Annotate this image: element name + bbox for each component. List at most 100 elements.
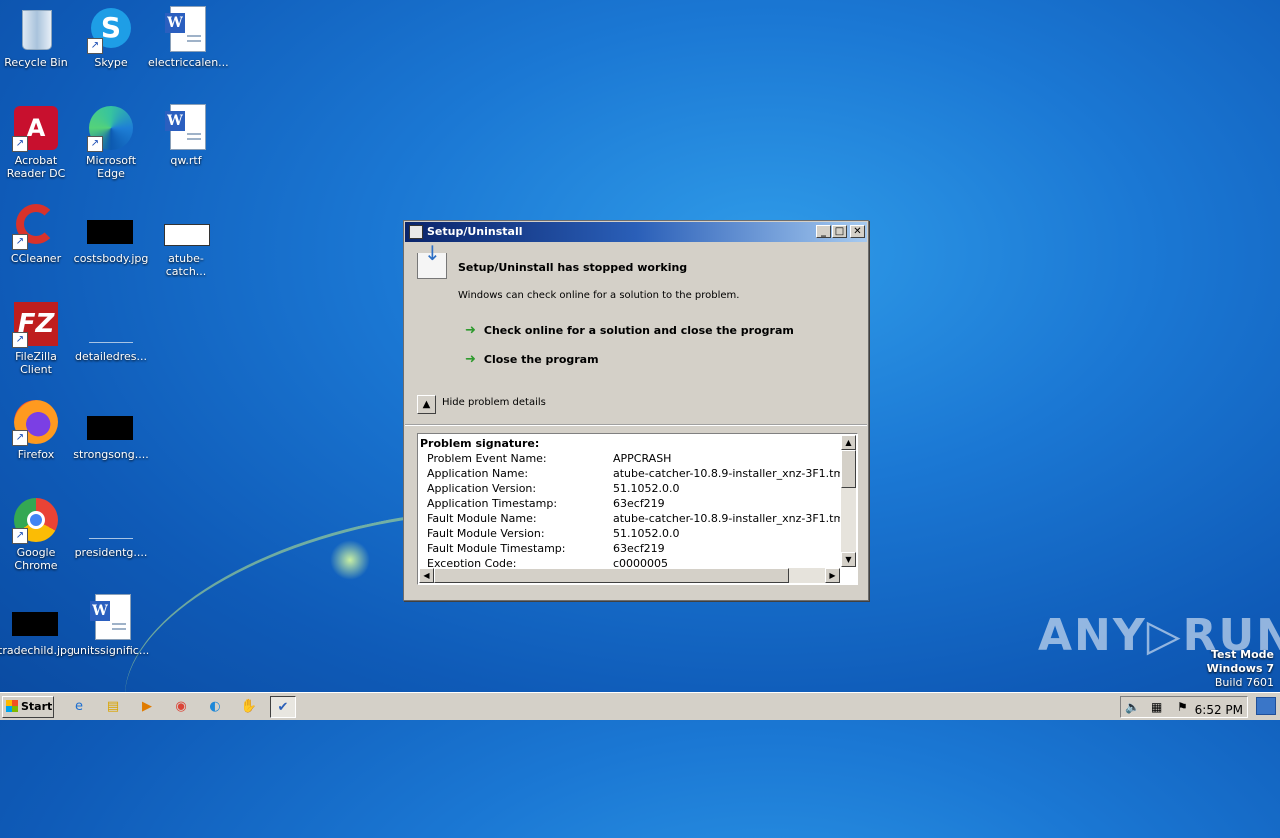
desktop-icon-costsbody[interactable]: costsbody.jpg <box>73 202 149 265</box>
desktop-icon-label: costsbody.jpg <box>73 252 149 265</box>
problem-icon <box>417 241 447 279</box>
desktop-icon-atube-catcher[interactable]: atube-catch... <box>148 202 224 278</box>
problem-signature-title: Problem signature: <box>420 437 540 450</box>
build-line: Build 7601 <box>1214 676 1274 689</box>
firefox-icon: ↗ <box>12 398 60 446</box>
horizontal-scrollbar[interactable]: ◀ ▶ <box>419 568 840 583</box>
desktop-icon-label: Skype <box>94 56 128 69</box>
desktop-icon-tradechild[interactable]: tradechild.jpg <box>0 594 74 657</box>
detail-key: Application Name: <box>427 467 529 480</box>
desktop-icon-filezilla[interactable]: FZ ↗ FileZilla Client <box>0 300 74 376</box>
scroll-down-arrow-icon[interactable]: ▼ <box>841 552 856 567</box>
media-player-icon[interactable]: ▶ <box>134 696 160 718</box>
desktop-icon-qw-rtf[interactable]: W qw.rtf <box>148 104 224 167</box>
desktop-icon-chrome[interactable]: ↗ Google Chrome <box>0 496 74 572</box>
action-center-flag-icon[interactable]: ⚑ <box>1177 700 1188 714</box>
desktop-icon-acrobat[interactable]: A ↗ Acrobat Reader DC <box>0 104 74 180</box>
start-button[interactable]: Start <box>2 696 54 718</box>
detail-key: Fault Module Version: <box>427 527 545 540</box>
recycle-bin-icon <box>12 6 60 54</box>
desktop-icon-label: CCleaner <box>10 252 62 265</box>
detail-value: atube-catcher-10.8.9-installer_xnz-3F1.t… <box>613 467 840 480</box>
image-file-icon <box>87 202 135 250</box>
desktop-icon-presidentg[interactable]: presidentg.... <box>73 496 149 559</box>
close-button[interactable]: ✕ <box>850 225 865 238</box>
desktop-icon-recycle-bin[interactable]: Recycle Bin <box>0 6 74 69</box>
dialog-titlebar[interactable]: Setup/Uninstall _ □ ✕ <box>405 222 867 242</box>
detail-key: Fault Module Name: <box>427 512 537 525</box>
separator <box>405 424 867 426</box>
scroll-up-arrow-icon[interactable]: ▲ <box>841 435 856 450</box>
internet-explorer-icon[interactable]: e <box>66 696 92 718</box>
word-document-icon: W <box>162 6 210 54</box>
wallpaper-glow <box>330 540 370 580</box>
detail-row: Fault Module Version: 51.1052.0.0 <box>420 526 840 541</box>
crash-dialog: Setup/Uninstall _ □ ✕ Setup/Uninstall ha… <box>403 220 869 601</box>
chrome-taskbar-icon[interactable]: ◉ <box>168 696 194 718</box>
word-document-icon: W <box>87 594 135 642</box>
desktop-icon-label: unitssignific... <box>73 644 150 657</box>
word-document-icon: W <box>162 104 210 152</box>
detail-value: atube-catcher-10.8.9-installer_xnz-3F1.t… <box>613 512 840 525</box>
filezilla-icon: FZ ↗ <box>12 300 60 348</box>
detail-value: 63ecf219 <box>613 497 665 510</box>
detail-key: Problem Event Name: <box>427 452 547 465</box>
desktop-icon-label: FileZilla Client <box>15 350 57 376</box>
detail-key: Application Timestamp: <box>427 497 558 510</box>
desktop-icon-strongsong[interactable]: strongsong.... <box>73 398 149 461</box>
skype-icon: S ↗ <box>87 6 135 54</box>
edge-taskbar-icon[interactable]: ◐ <box>202 696 228 718</box>
desktop-icon-label: Acrobat Reader DC <box>6 154 66 180</box>
app-taskbar-icon[interactable]: ✋ <box>236 696 262 718</box>
detail-value: 51.1052.0.0 <box>613 527 680 540</box>
desktop-icon-skype[interactable]: S ↗ Skype <box>73 6 149 69</box>
problem-details-text: Problem signature: Problem Event Name: AP… <box>420 436 840 567</box>
detail-key: Fault Module Timestamp: <box>427 542 566 555</box>
image-file-icon <box>87 398 135 446</box>
show-desktop-icon[interactable] <box>1256 697 1276 715</box>
image-file-icon <box>87 496 135 544</box>
image-file-icon <box>12 594 60 642</box>
clock[interactable]: 6:52 PM <box>1195 700 1243 720</box>
detail-row: Fault Module Name: atube-catcher-10.8.9-i… <box>420 511 840 526</box>
green-arrow-icon: ➜ <box>465 352 476 367</box>
image-file-icon <box>87 300 135 348</box>
detail-value: 63ecf219 <box>613 542 665 555</box>
desktop-icon-label: strongsong.... <box>73 448 149 461</box>
scroll-right-arrow-icon[interactable]: ▶ <box>825 568 840 583</box>
desktop-icon-electriccalen[interactable]: W electriccalen... <box>148 6 229 69</box>
vertical-scrollbar[interactable]: ▲ ▼ <box>841 435 856 567</box>
dialog-title: Setup/Uninstall <box>427 225 523 238</box>
scroll-left-arrow-icon[interactable]: ◀ <box>419 568 434 583</box>
test-mode-line: Test Mode <box>1211 648 1274 661</box>
hide-details-toggle[interactable]: ▲ <box>417 395 436 414</box>
network-icon[interactable]: ▦ <box>1151 700 1162 714</box>
detail-row: Exception Code: c0000005 <box>420 556 840 567</box>
start-label: Start <box>21 700 53 713</box>
desktop-icon-label: atube-catch... <box>165 252 207 278</box>
setup-uninstall-taskbar-button[interactable]: ✔ <box>270 696 296 718</box>
volume-icon[interactable]: 🔈 <box>1125 700 1140 714</box>
minimize-button[interactable]: _ <box>816 225 831 238</box>
close-program-option[interactable]: ➜ Close the program <box>465 352 599 367</box>
check-online-option[interactable]: ➜ Check online for a solution and close t… <box>465 323 794 338</box>
detail-row: Application Name: atube-catcher-10.8.9-in… <box>420 466 840 481</box>
hide-details-label[interactable]: Hide problem details <box>442 397 546 408</box>
green-arrow-icon: ➜ <box>465 323 476 338</box>
dialog-heading: Setup/Uninstall has stopped working <box>458 261 688 274</box>
detail-row: Fault Module Timestamp: 63ecf219 <box>420 541 840 556</box>
desktop-icon-unitssignific[interactable]: W unitssignific... <box>73 594 149 657</box>
desktop-icon-edge[interactable]: ↗ Microsoft Edge <box>73 104 149 180</box>
detail-key: Exception Code: <box>427 557 517 567</box>
desktop-icon-firefox[interactable]: ↗ Firefox <box>0 398 74 461</box>
desktop-icon-detailedres[interactable]: detailedres... <box>73 300 149 363</box>
vertical-scroll-thumb[interactable] <box>841 450 856 488</box>
problem-details-box[interactable]: Problem signature: Problem Event Name: AP… <box>417 433 858 585</box>
windows-logo-icon <box>6 700 18 712</box>
maximize-button[interactable]: □ <box>832 225 847 238</box>
file-explorer-icon[interactable]: ▤ <box>100 696 126 718</box>
desktop-icon-ccleaner[interactable]: ↗ CCleaner <box>0 202 74 265</box>
horizontal-scroll-thumb[interactable] <box>434 568 789 583</box>
desktop-icon-label: Firefox <box>17 448 55 461</box>
desktop-icon-label: Recycle Bin <box>4 56 68 69</box>
